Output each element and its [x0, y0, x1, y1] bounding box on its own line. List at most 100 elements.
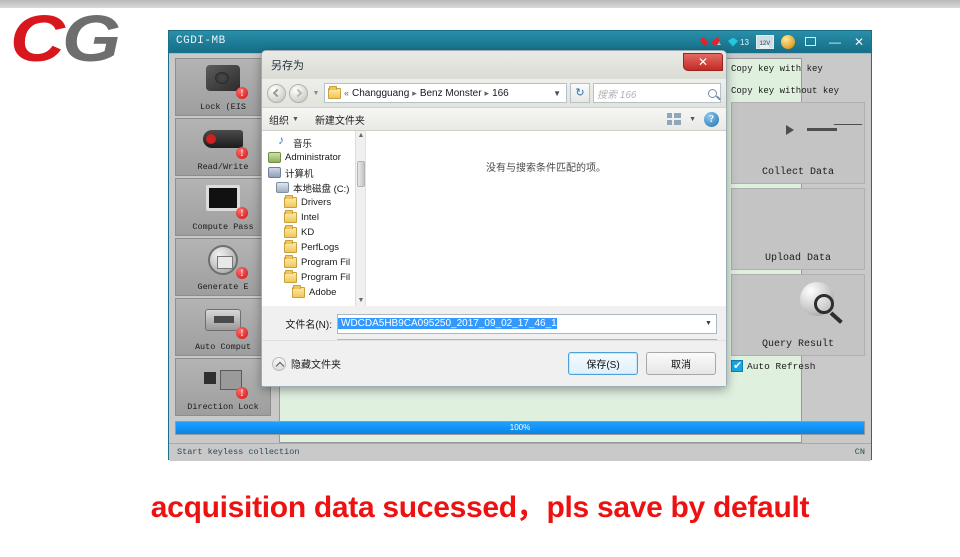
breadcrumb-item-2[interactable]: 166 [492, 88, 509, 99]
tree-item[interactable]: 计算机 [262, 165, 365, 180]
heart-icon [705, 38, 715, 47]
progress-bar-track: 100% [175, 421, 865, 435]
tree-item[interactable]: PerfLogs [262, 240, 365, 255]
auto-refresh-checkbox[interactable]: Auto Refresh [731, 359, 865, 373]
breadcrumb-item-0[interactable]: Changguang [352, 88, 409, 99]
disk-icon [276, 182, 289, 193]
tree-item-label: Drivers [301, 197, 332, 208]
cancel-button[interactable]: 取消 [646, 352, 716, 375]
button-label: Collect Data [761, 167, 834, 178]
checkbox-checked-icon[interactable] [731, 359, 743, 373]
password-icon [206, 185, 240, 211]
tree-item[interactable]: 音乐 [262, 135, 365, 150]
tree-item[interactable]: Intel [262, 210, 365, 225]
organize-menu[interactable]: 组织 ▼ [269, 112, 299, 127]
new-folder-button[interactable]: 新建文件夹 [315, 112, 365, 127]
dialog-titlebar: 另存为 ✕ [262, 51, 726, 79]
button-label: Compute Pass [192, 222, 254, 232]
chevron-right-icon [293, 88, 303, 97]
minimize-button[interactable]: — [826, 35, 844, 49]
diamond-badge: 13 [728, 37, 749, 47]
back-button[interactable] [267, 83, 286, 103]
hide-folders-toggle[interactable]: 隐藏文件夹 [272, 356, 341, 371]
refresh-button[interactable]: ↻ [570, 83, 590, 103]
heart-badge: 1 [705, 38, 721, 47]
tree-scrollbar[interactable]: ▲ ▼ [355, 131, 365, 306]
view-options-icon[interactable] [667, 113, 682, 125]
forward-button[interactable] [289, 83, 308, 103]
navigation-tree[interactable]: 音乐 Administrator 计算机 本地磁盘 (C:) Drivers [262, 131, 366, 306]
button-generate-e[interactable]: ! Generate E [175, 238, 271, 296]
button-read-write[interactable]: ! Read/Write [175, 118, 271, 176]
dialog-navigation-bar: ▼ « Changguang ▸ Benz Monster ▸ 166 ▼ ↻ … [262, 79, 726, 107]
button-auto-compute[interactable]: ! Auto Comput [175, 298, 271, 356]
chevron-down-icon[interactable]: ▼ [701, 315, 716, 333]
scrollbar-thumb[interactable] [357, 161, 365, 187]
search-icon [708, 88, 717, 98]
chevron-down-icon[interactable]: ▼ [689, 116, 696, 123]
button-label: Read/Write [197, 162, 249, 172]
button-query-result[interactable]: Query Result [731, 274, 865, 356]
tree-item[interactable]: KD [262, 225, 365, 240]
tree-item[interactable]: Program Fil [262, 255, 365, 270]
button-label: Generate E [197, 282, 249, 292]
chevron-down-icon[interactable]: ▼ [553, 89, 563, 98]
button-upload-data[interactable]: Upload Data [731, 188, 865, 270]
history-dropdown-button[interactable]: ▼ [311, 90, 321, 97]
tree-item[interactable]: Administrator [262, 150, 365, 165]
organize-label: 组织 [269, 115, 289, 127]
screenshot-root: C G CGDI-MB 1 13 12V — ✕ ! Lock (EIS ! R… [0, 0, 960, 557]
close-button[interactable]: ✕ [851, 35, 867, 49]
scroll-up-icon[interactable]: ▲ [356, 131, 365, 141]
warning-badge: ! [236, 207, 248, 219]
diamond-icon [728, 37, 739, 47]
help-icon[interactable]: ? [704, 111, 719, 127]
generate-icon [208, 245, 238, 275]
tree-item[interactable]: Program Fil [262, 270, 365, 285]
filename-input[interactable]: WDCDA5HB9CA095250_2017_09_02_17_46_1 ▼ [337, 313, 717, 334]
scroll-down-icon[interactable]: ▼ [356, 296, 365, 306]
logo-letter-g: G [62, 1, 121, 75]
progress-bar-fill: 100% [176, 422, 864, 434]
tree-item[interactable]: Adobe [262, 285, 365, 300]
tree-item-label: Program Fil [301, 257, 351, 268]
diamond-count: 13 [740, 37, 749, 47]
button-compute-pass[interactable]: ! Compute Pass [175, 178, 271, 236]
status-language: CN [854, 447, 865, 457]
save-button[interactable]: 保存(S) [568, 352, 638, 375]
dialog-close-button[interactable]: ✕ [683, 53, 723, 71]
folder-icon [292, 285, 305, 298]
titlebar-icons: 1 13 12V — ✕ [705, 31, 867, 53]
link-copy-key-without-key[interactable]: Copy key without key [731, 80, 865, 102]
breadcrumb[interactable]: « Changguang ▸ Benz Monster ▸ 166 ▼ [324, 83, 567, 103]
eis-icon [206, 65, 240, 91]
tree-item-label: 音乐 [293, 138, 313, 150]
button-direction-lock[interactable]: ! Direction Lock [175, 358, 271, 416]
music-icon [276, 135, 289, 148]
chevron-up-icon [272, 356, 286, 371]
breadcrumb-item-1[interactable]: Benz Monster [420, 88, 482, 99]
right-function-column: Copy key with key Copy key without key C… [731, 58, 865, 373]
link-copy-key-with-key[interactable]: Copy key with key [731, 58, 865, 80]
file-list[interactable]: 没有与搜索条件匹配的项。 [366, 131, 726, 306]
tree-item-label: PerfLogs [301, 242, 340, 253]
empty-list-message: 没有与搜索条件匹配的项。 [486, 163, 606, 174]
toolbar-right-group: ▼ ? [667, 111, 719, 127]
tree-item-label: Intel [301, 212, 319, 223]
tree-item[interactable]: Drivers [262, 195, 365, 210]
breadcrumb-overflow[interactable]: « [344, 88, 349, 98]
tree-item-label: 计算机 [285, 168, 314, 180]
left-function-column: ! Lock (EIS ! Read/Write ! Compute Pass … [175, 58, 271, 418]
restore-button[interactable] [802, 35, 819, 49]
folder-icon [328, 85, 341, 99]
status-text: Start keyless collection [177, 447, 300, 457]
button-label: Lock (EIS [200, 102, 246, 112]
breadcrumb-separator: ▸ [412, 87, 417, 98]
button-collect-data[interactable]: Collect Data [731, 102, 865, 184]
coin-icon[interactable] [780, 35, 795, 49]
button-lock-eis[interactable]: ! Lock (EIS [175, 58, 271, 116]
search-input[interactable]: 搜索 166 [593, 83, 721, 103]
tree-item-label: Administrator [285, 152, 341, 163]
tree-item[interactable]: 本地磁盘 (C:) [262, 180, 365, 195]
progress-percent: 100% [509, 423, 531, 432]
